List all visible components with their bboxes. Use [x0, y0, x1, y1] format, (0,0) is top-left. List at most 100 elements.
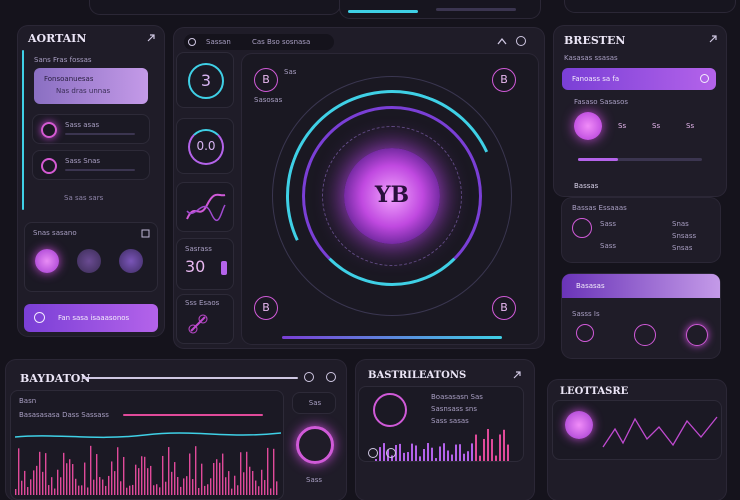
wave-bar: [231, 488, 233, 495]
bottom-gauge[interactable]: [296, 426, 334, 464]
mini-2: Ss: [652, 122, 661, 130]
bottom-right-panel: LEOTTASRE: [548, 380, 726, 500]
wave-bar: [84, 462, 86, 495]
bm-knob-2[interactable]: [386, 448, 396, 458]
bm-bar: [495, 455, 497, 461]
mode-icon-1[interactable]: [35, 249, 59, 273]
wave-bar: [201, 463, 203, 495]
wave-bar: [267, 447, 269, 495]
header-b: Cas Bso sosnasa: [252, 38, 311, 46]
wave-bar: [135, 464, 137, 495]
left-action-button[interactable]: Fan sasa isaaasonos: [24, 304, 158, 332]
bottom-left-track: [82, 377, 298, 379]
wave-bar: [111, 461, 113, 495]
wave-bar: [60, 477, 62, 495]
promo-icon-2[interactable]: [634, 324, 656, 346]
wave-bar: [189, 453, 191, 495]
bm-bar: [455, 444, 457, 461]
metric-tile-3[interactable]: [176, 182, 234, 232]
bottom-left-knob-2[interactable]: [326, 372, 336, 382]
bm-bar: [463, 453, 465, 461]
bm-bar: [503, 429, 505, 461]
wave-bar: [36, 465, 38, 495]
bm-bar: [403, 452, 405, 461]
top-progress: [348, 10, 418, 13]
br-chart: [552, 400, 722, 460]
bm-line2: Sasnsass sns: [431, 405, 478, 413]
wave-bar: [153, 485, 155, 495]
right-sub-card[interactable]: Bassas Essaaas Sass Sass Snas Snsass Sns…: [562, 198, 720, 262]
bm-bar: [459, 444, 461, 461]
promo-label: Basasas: [576, 282, 605, 290]
header-a: Sassan: [206, 38, 231, 46]
bottom-chip[interactable]: Sas: [292, 392, 336, 414]
action-icon: [34, 312, 45, 323]
wave-bar: [105, 485, 107, 495]
wave-bar: [66, 463, 68, 495]
bottom-middle-panel: BASTRILEATONS Boasasasn Sas Sasnsass sns…: [356, 360, 534, 500]
right-promo[interactable]: Basasas Sasss Is: [562, 274, 720, 358]
bm-bar: [471, 443, 473, 461]
wave-bar: [126, 487, 128, 495]
left-item-2[interactable]: Sass Snas: [32, 150, 150, 180]
chevron-up-icon[interactable]: [496, 36, 508, 46]
sub-card-title: Bassas Essaaas: [572, 204, 627, 212]
waveform: [15, 432, 281, 495]
bm-bar: [487, 429, 489, 461]
left-panel: AORTAIN Sans Fras fossas Fonsoanuesas Na…: [18, 26, 164, 336]
circle-icon[interactable]: [516, 36, 526, 46]
left-item-1[interactable]: Sass asas: [32, 114, 150, 144]
wave-bar: [258, 486, 260, 495]
wave-bar: [168, 447, 170, 495]
wave-bar: [138, 468, 140, 495]
wave-bar: [261, 469, 263, 495]
mode-icon-2[interactable]: [77, 249, 101, 273]
edit-icon[interactable]: [141, 229, 150, 238]
metric-tile-2[interactable]: 0.0: [176, 118, 234, 174]
bottom-left-knob-1[interactable]: [304, 372, 314, 382]
left-link[interactable]: Sa sas sars: [64, 194, 103, 202]
bottom-left-title: BAYDATON: [20, 372, 91, 385]
promo-icon-1[interactable]: [576, 324, 594, 342]
wave-bar: [147, 468, 149, 495]
link-icon: [188, 314, 208, 334]
side-item-2: Snsass: [672, 232, 697, 240]
right-highlight[interactable]: Fanoass sa fa: [562, 68, 716, 90]
bm-bar: [491, 439, 493, 461]
promo-icon-3[interactable]: [686, 324, 708, 346]
wave-bar: [237, 485, 239, 495]
expand-icon-bm[interactable]: [512, 370, 522, 380]
top-progress-2: [436, 8, 516, 11]
corner-tl: B: [262, 73, 270, 86]
item1-line: [65, 133, 135, 135]
metric-tile-4[interactable]: Sasrass 30: [176, 238, 234, 290]
expand-icon-right[interactable]: [708, 34, 718, 44]
bm-dial[interactable]: [373, 393, 407, 427]
expand-icon[interactable]: [146, 33, 156, 43]
bm-bars: [375, 429, 509, 461]
mode-icon-3[interactable]: [119, 249, 143, 273]
bm-chart: Boasasasn Sas Sasnsass sns Sass sasas: [358, 386, 524, 462]
dial-area: YB B Sas Sasosas B B B: [242, 54, 538, 344]
mini-1: Ss: [618, 122, 627, 130]
wave-bar: [72, 464, 74, 495]
wave-bar: [27, 487, 29, 495]
wave-bar: [57, 469, 59, 495]
bm-knob-1[interactable]: [368, 448, 378, 458]
left-card-1[interactable]: Fonsoanuesas Nas dras unnas: [34, 68, 148, 104]
wave-bar: [33, 470, 35, 495]
top-strip-2: [340, 0, 540, 18]
highlight-icon: [700, 74, 709, 83]
wave-bar: [225, 477, 227, 495]
bm-bar: [423, 449, 425, 461]
bottom-left-panel: BAYDATON Basn Basasasasa Dass Sassass Sa…: [6, 360, 346, 500]
bm-bar: [447, 450, 449, 461]
bm-bar: [435, 458, 437, 461]
metric-tile-5[interactable]: Sss Esaos: [176, 294, 234, 344]
card1-title: Fonsoanuesas: [44, 75, 94, 83]
bm-bar: [475, 434, 477, 461]
br-dial[interactable]: [565, 411, 593, 439]
metric-tile-1[interactable]: 3: [176, 52, 234, 108]
heart-icon[interactable]: [574, 112, 602, 140]
wave-bar: [45, 453, 47, 495]
